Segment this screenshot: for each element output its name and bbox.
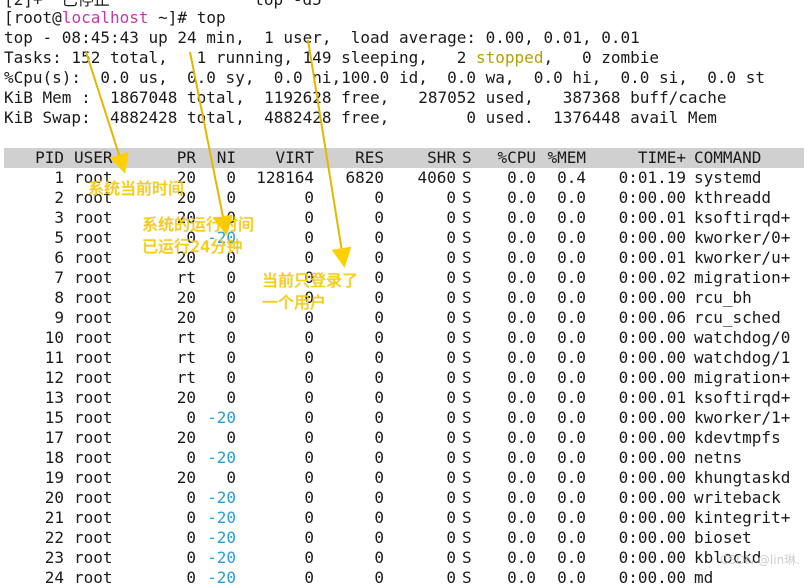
- annotation-users-2: 一个用户: [262, 293, 327, 312]
- arrow-run-time: [189, 51, 233, 236]
- annotation-users-1: 当前只登录了: [262, 271, 359, 290]
- annotation-run-time-2: 已运行24分钟: [142, 237, 243, 256]
- annotation-arrows: [85, 39, 352, 268]
- annotation-run-time-1: 系统的运行时间: [142, 215, 255, 234]
- arrow-current-time: [85, 51, 129, 174]
- annotation-current-time: 系统当前时间: [88, 179, 185, 198]
- arrow-users: [307, 39, 352, 268]
- watermark: CSDN @lin琳.: [719, 553, 800, 567]
- terminal-window[interactable]: [2]+ 已停止 top -d5 [root@localhost ~]# top…: [0, 0, 810, 587]
